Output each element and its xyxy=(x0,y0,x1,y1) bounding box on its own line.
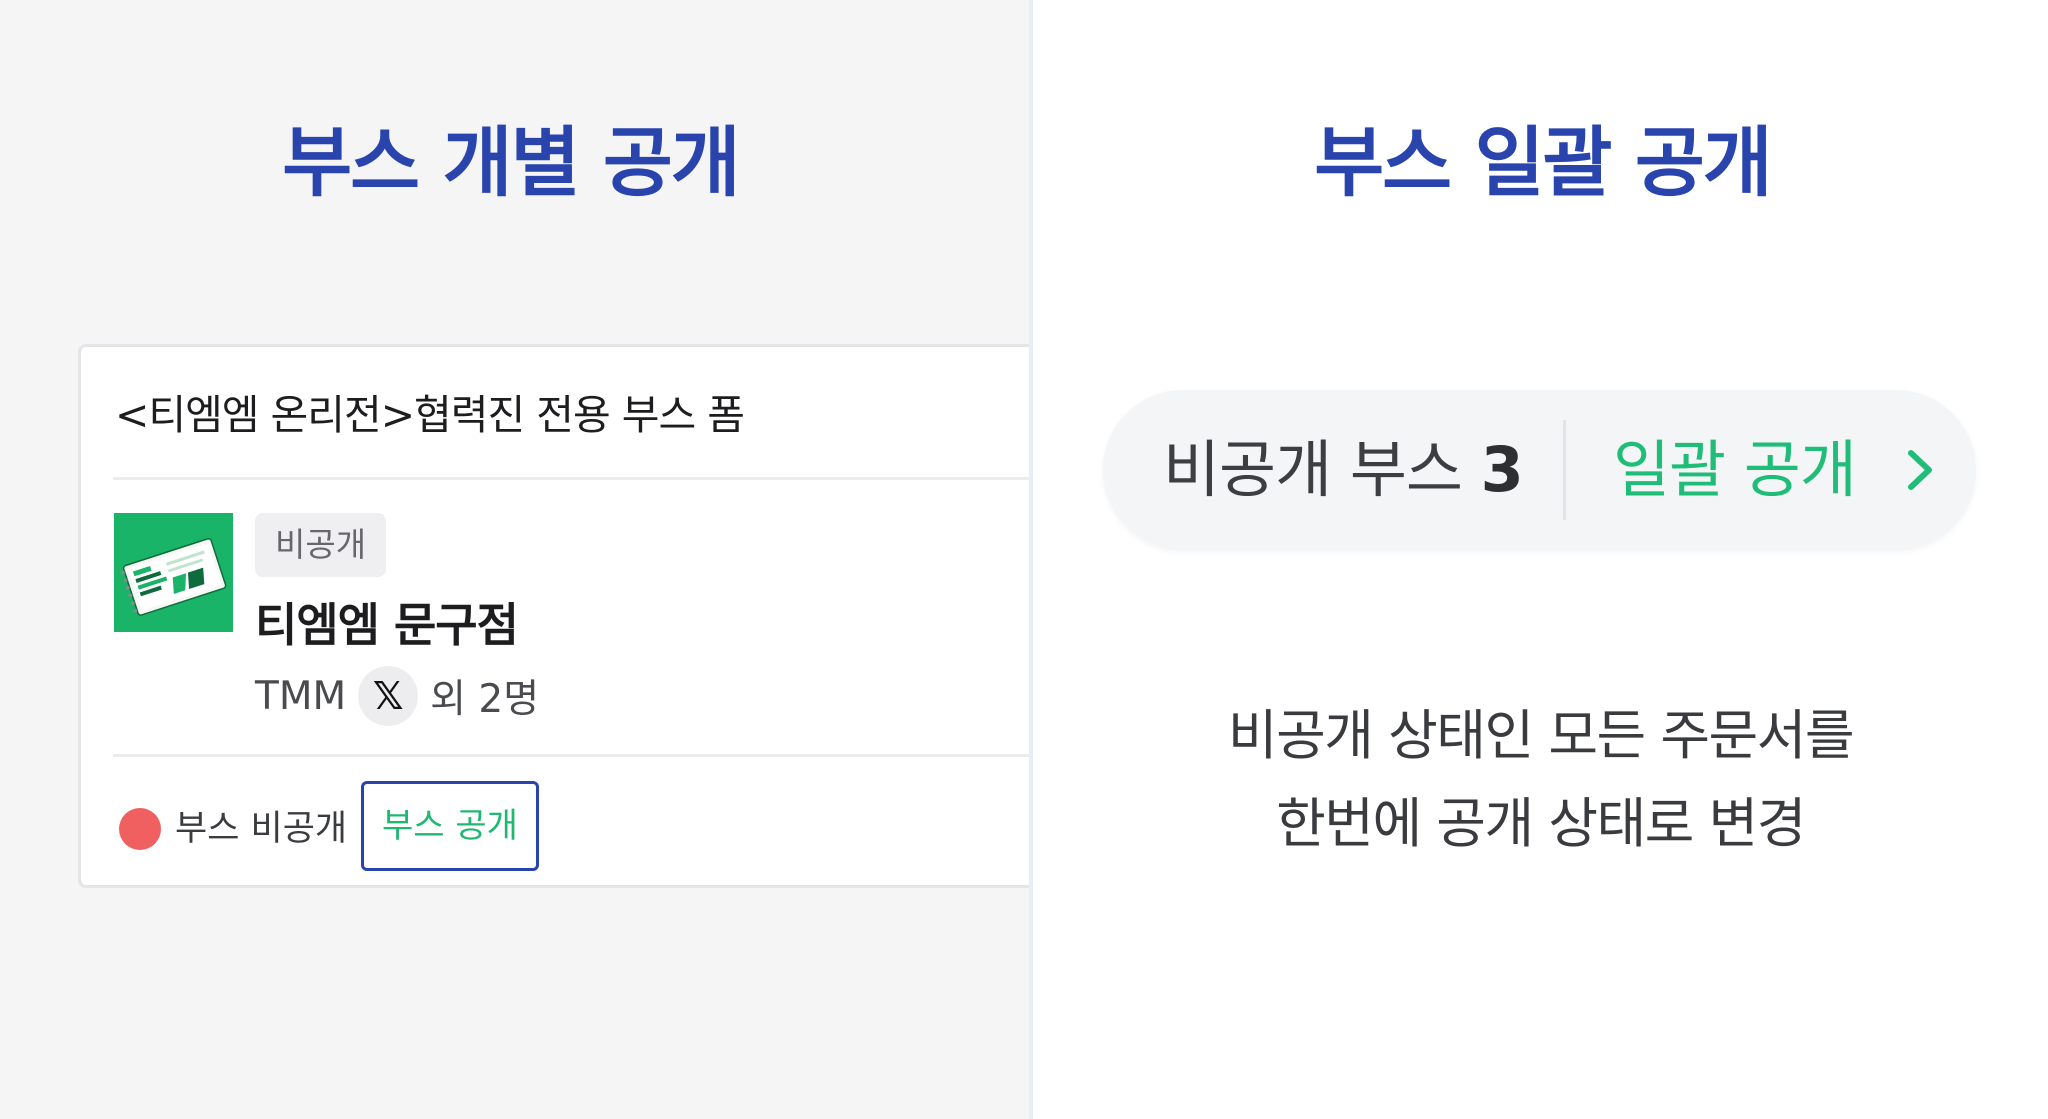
booth-thumbnail-image xyxy=(114,513,233,632)
status-dot-icon xyxy=(119,808,161,850)
divider xyxy=(113,477,1029,480)
bulk-publish-description: 비공개 상태인 모든 주문서를 한번에 공개 상태로 변경 xyxy=(1033,692,2048,868)
description-line: 비공개 상태인 모든 주문서를 xyxy=(1227,704,1855,767)
bulk-publish-panel: 부스 일괄 공개 비공개 부스 3 일괄 공개 비공개 상태인 모든 주문서를 … xyxy=(1033,0,2048,1119)
bulk-publish-heading: 부스 일괄 공개 xyxy=(1314,118,1772,207)
form-title: <티엠엠 온리전>협력진 전용 부스 폼 xyxy=(115,391,745,439)
booth-form-card: <티엠엠 온리전>협력진 전용 부스 폼 비공개 티엠엠 문구점 TMM 𝕏 외… xyxy=(78,344,1029,888)
pill-separator xyxy=(1563,420,1566,520)
private-booth-number: 3 xyxy=(1480,433,1524,506)
private-booth-label: 비공개 부스 xyxy=(1163,433,1463,506)
individual-publish-heading: 부스 개별 공개 xyxy=(282,118,740,207)
owner-extra: 외 2명 xyxy=(430,677,540,722)
shop-name: 티엠엠 문구점 xyxy=(255,598,519,652)
private-booth-count: 비공개 부스 3 xyxy=(1163,390,1524,550)
private-status-chip: 비공개 xyxy=(255,513,387,577)
x-logo-icon: 𝕏 xyxy=(358,666,419,726)
bulk-publish-button[interactable]: 일괄 공개 xyxy=(1613,390,1857,550)
owner-row: TMM 𝕏 외 2명 xyxy=(255,665,539,727)
owner-name: TMM xyxy=(255,673,347,719)
bulk-publish-bar: 비공개 부스 3 일괄 공개 xyxy=(1103,390,1976,550)
individual-publish-panel: 부스 개별 공개 <티엠엠 온리전>협력진 전용 부스 폼 비공개 티엠엠 문구… xyxy=(0,0,1029,1119)
booth-status-label: 부스 비공개 xyxy=(175,809,348,849)
description-line: 한번에 공개 상태로 변경 xyxy=(1276,792,1806,855)
notebook-illustration-icon xyxy=(114,513,233,632)
divider xyxy=(113,754,1029,757)
booth-publish-button[interactable]: 부스 공개 xyxy=(361,781,539,871)
chevron-right-icon[interactable] xyxy=(1893,443,1947,497)
